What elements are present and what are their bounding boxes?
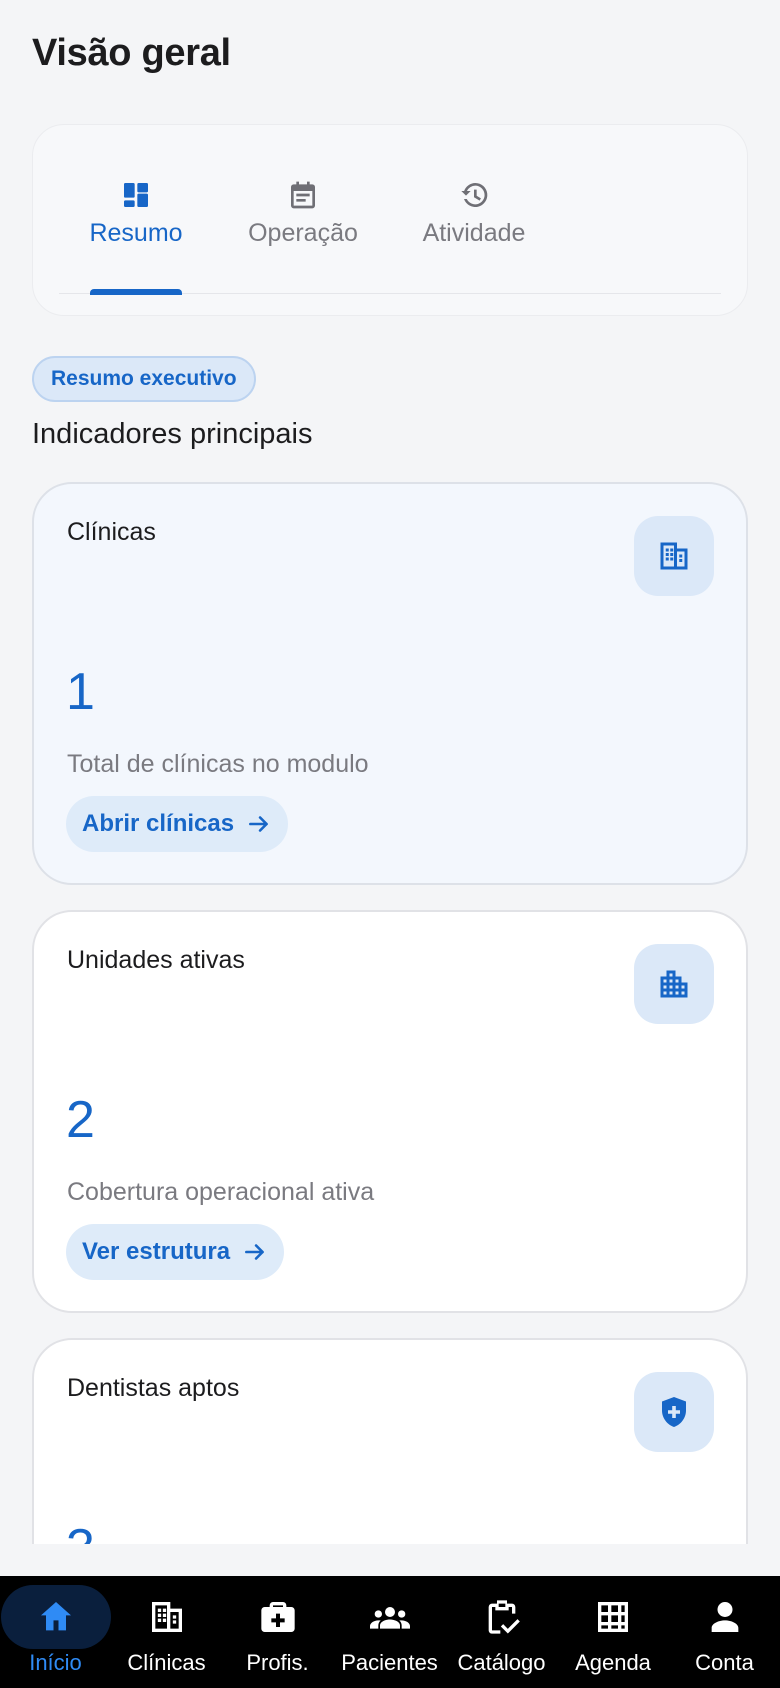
nav-icon-pill xyxy=(670,1585,780,1649)
tab-operacao[interactable]: Operação xyxy=(247,179,359,294)
clipboard-check-icon xyxy=(488,1600,520,1634)
history-icon xyxy=(461,183,488,207)
nav-icon-pill xyxy=(335,1585,445,1649)
button-label: Abrir clínicas xyxy=(82,810,235,837)
nav-profissionais[interactable]: Profis. xyxy=(222,1576,333,1688)
open-clinicas-button[interactable]: Abrir clínicas xyxy=(66,796,289,852)
card-icon-badge xyxy=(634,944,714,1024)
building-icon xyxy=(151,1602,182,1632)
nav-icon-pill xyxy=(558,1585,668,1649)
dashboard-icon xyxy=(124,183,148,207)
tab-label: Operação xyxy=(248,219,358,247)
nav-inicio[interactable]: Início xyxy=(0,1576,111,1688)
tab-label: Atividade xyxy=(422,219,526,247)
tab-label: Resumo xyxy=(89,219,183,247)
indicator-list[interactable]: Clínicas 1 Total de clínicas no modulo A… xyxy=(0,470,780,1544)
tab-card: Resumo Operação Atividade xyxy=(32,124,748,316)
nav-icon-pill xyxy=(0,1585,111,1649)
tab-bar: Resumo Operação Atividade xyxy=(59,125,721,295)
indicator-card-dentistas: Dentistas aptos 3 xyxy=(32,1338,748,1544)
grid-icon xyxy=(598,1602,628,1632)
tab-active-indicator xyxy=(90,289,182,295)
home-icon xyxy=(40,1602,71,1631)
nav-icon-pill xyxy=(112,1585,222,1649)
person-icon xyxy=(711,1602,738,1632)
section-chip: Resumo executivo xyxy=(32,356,256,402)
building-icon xyxy=(660,542,688,570)
apartment-icon xyxy=(660,970,688,998)
card-title: Dentistas aptos xyxy=(67,1374,240,1402)
card-description: Total de clínicas no modulo xyxy=(67,750,369,778)
button-label: Ver estrutura xyxy=(82,1238,231,1265)
nav-catalogo[interactable]: Catálogo xyxy=(446,1576,557,1688)
nav-label: Início xyxy=(29,1650,82,1675)
arrow-right-icon xyxy=(245,1244,264,1260)
nav-label: Pacientes xyxy=(341,1650,438,1675)
nav-agenda[interactable]: Agenda xyxy=(557,1576,669,1688)
tab-atividade[interactable]: Atividade xyxy=(421,179,527,294)
bottom-navigation: Início Clínicas Profis. Pacientes Catálo… xyxy=(0,1576,780,1688)
tab-resumo[interactable]: Resumo xyxy=(89,179,183,295)
card-value: 3 xyxy=(66,1518,95,1544)
card-icon-badge xyxy=(634,516,714,596)
page-title: Visão geral xyxy=(32,32,231,74)
card-title: Unidades ativas xyxy=(67,946,245,974)
group-icon xyxy=(369,1607,410,1629)
card-value: 2 xyxy=(66,1091,95,1149)
card-icon-badge xyxy=(634,1372,714,1452)
nav-label: Clínicas xyxy=(127,1650,206,1675)
nav-pacientes[interactable]: Pacientes xyxy=(333,1576,446,1688)
nav-label: Profis. xyxy=(246,1650,309,1675)
indicator-card-clinicas: Clínicas 1 Total de clínicas no modulo A… xyxy=(32,482,748,885)
calendar-icon xyxy=(291,181,315,209)
arrow-right-icon xyxy=(249,816,268,832)
medical-shield-icon xyxy=(662,1397,686,1427)
nav-conta[interactable]: Conta xyxy=(669,1576,780,1688)
medical-bag-icon xyxy=(260,1602,295,1632)
nav-icon-pill xyxy=(447,1585,557,1649)
indicator-card-unidades: Unidades ativas 2 Cobertura operacional … xyxy=(32,910,748,1313)
nav-label: Agenda xyxy=(575,1650,651,1675)
card-title: Clínicas xyxy=(67,518,156,546)
nav-label: Conta xyxy=(695,1650,754,1675)
card-description: Cobertura operacional ativa xyxy=(67,1178,375,1206)
view-structure-button[interactable]: Ver estrutura xyxy=(66,1224,285,1280)
nav-clinicas[interactable]: Clínicas xyxy=(111,1576,222,1688)
nav-icon-pill xyxy=(223,1585,333,1649)
card-value: 1 xyxy=(66,663,95,721)
nav-label: Catálogo xyxy=(457,1650,546,1675)
section-title: Indicadores principais xyxy=(32,418,313,450)
